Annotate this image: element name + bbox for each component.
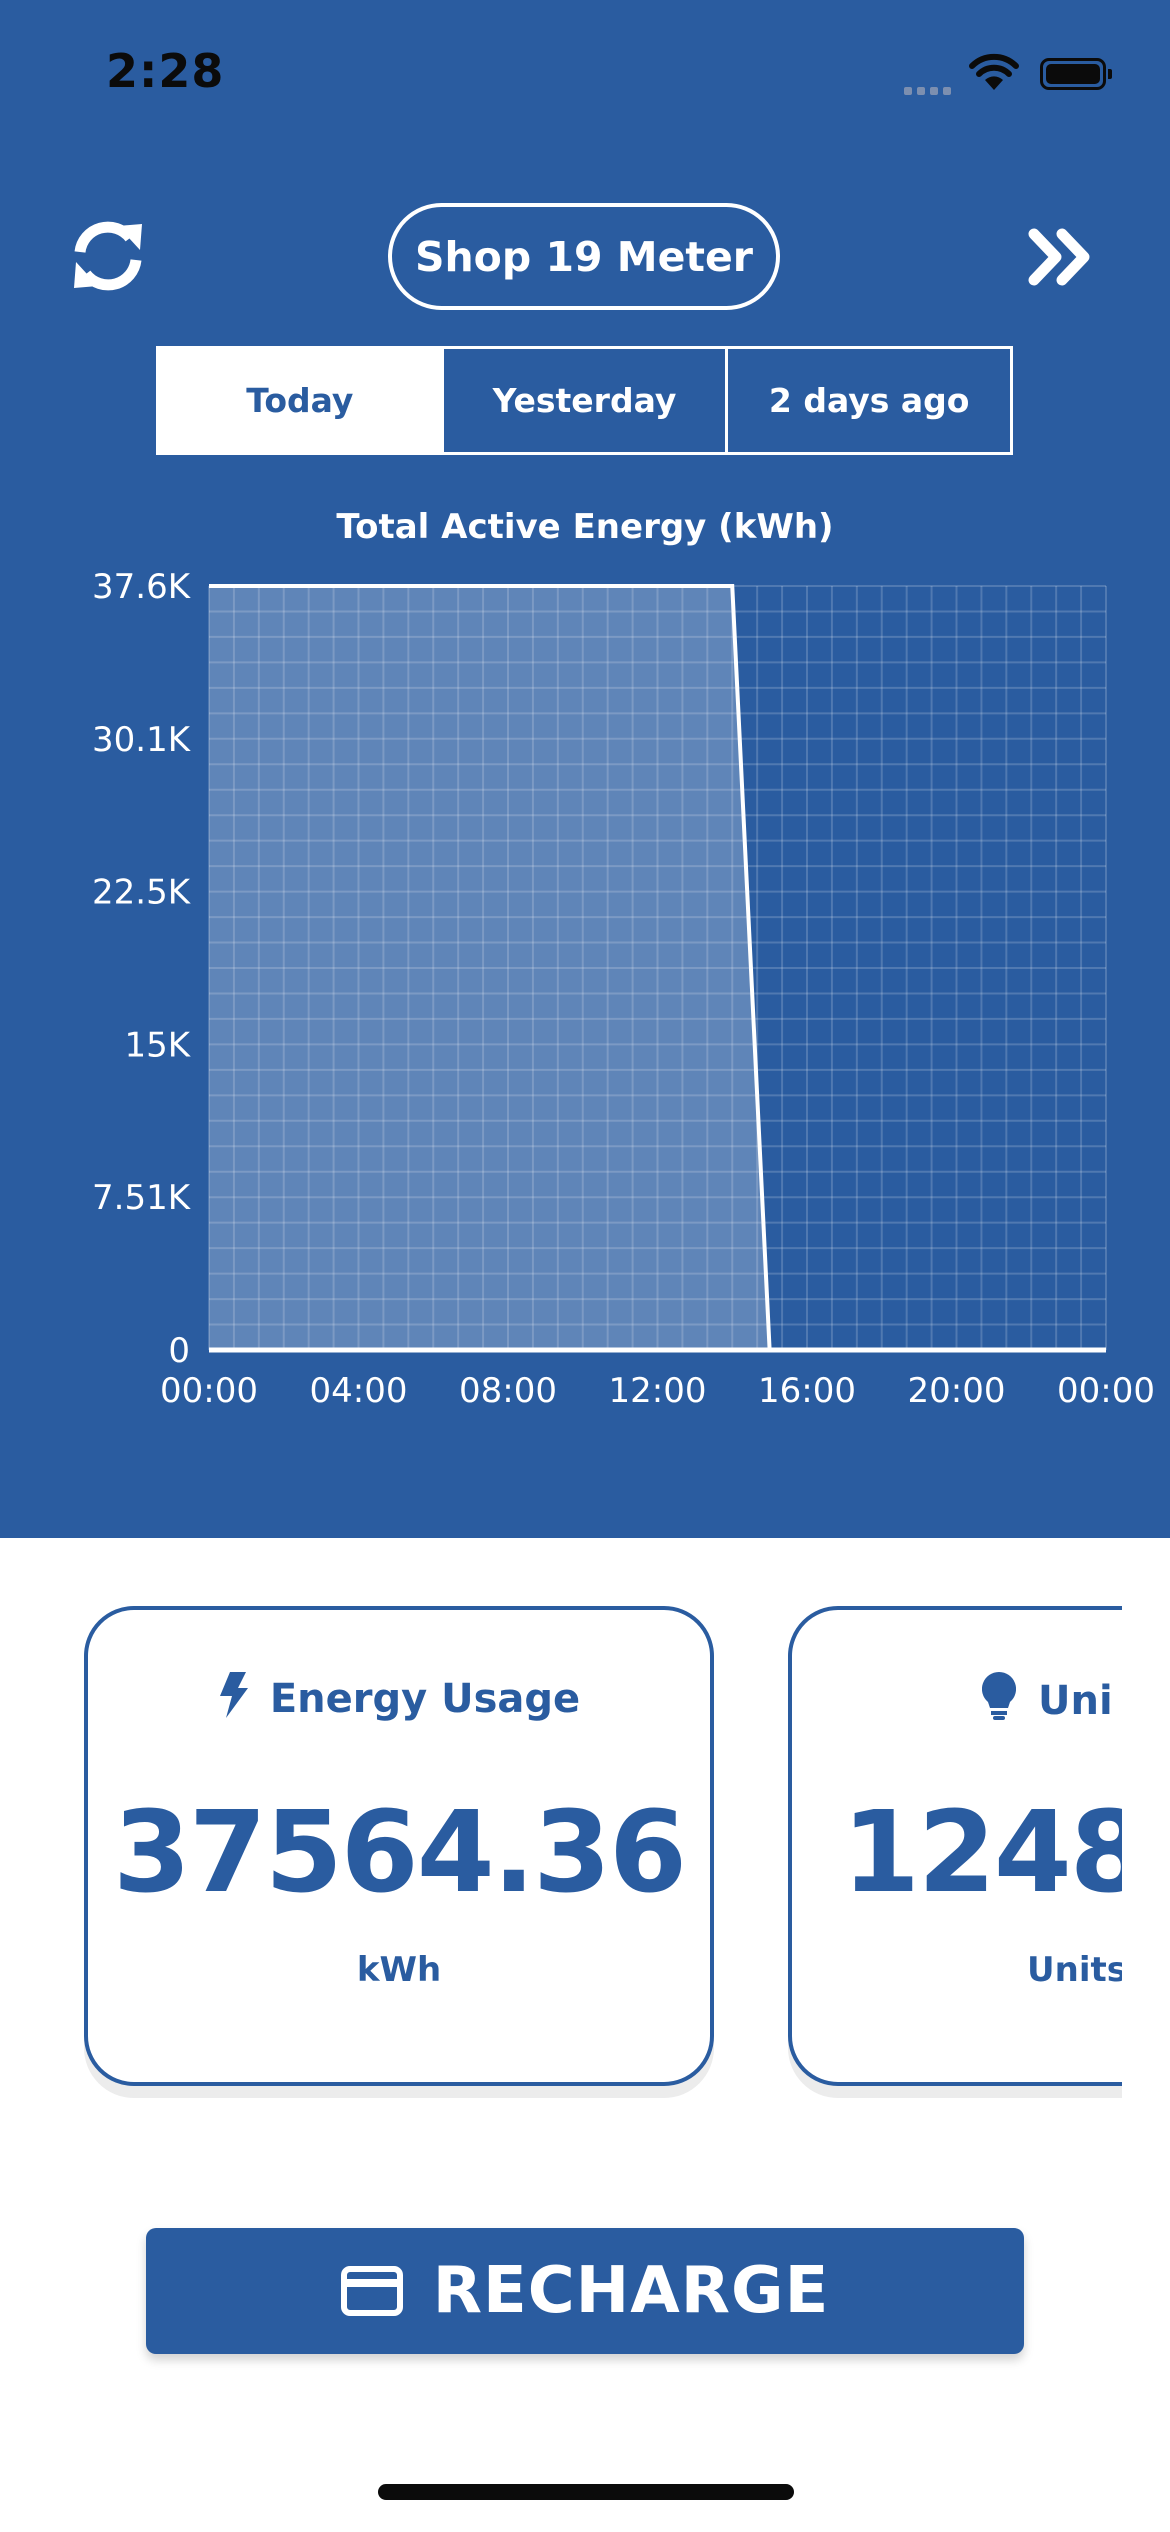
x-tick-label: 04:00 xyxy=(310,1371,408,1411)
units-card[interactable]: Uni 1248 Units xyxy=(788,1606,1122,2086)
refresh-icon[interactable] xyxy=(70,218,146,294)
cellular-signal-icon xyxy=(904,80,956,99)
date-range-tabs: Today Yesterday 2 days ago xyxy=(156,346,1013,455)
x-tick-label: 00:00 xyxy=(160,1371,258,1411)
tab-today[interactable]: Today xyxy=(159,349,441,452)
tab-2-days-ago[interactable]: 2 days ago xyxy=(725,349,1010,452)
recharge-label: RECHARGE xyxy=(432,2254,830,2328)
header-panel: 2:28 Shop 19 Meter Today Yesterday 2 day… xyxy=(0,0,1170,1538)
x-tick-label: 12:00 xyxy=(609,1371,707,1411)
energy-usage-title: Energy Usage xyxy=(88,1672,710,1722)
lightbulb-icon xyxy=(981,1671,1017,1720)
units-unit: Units xyxy=(1027,1950,1122,1990)
credit-card-icon xyxy=(340,2266,403,2316)
home-indicator xyxy=(378,2484,794,2500)
y-tick-label: 30.1K xyxy=(92,720,192,760)
stats-carousel[interactable]: Energy Usage 37564.36 kWh Uni 1248 Units xyxy=(0,1590,1122,2120)
y-tick-label: 0 xyxy=(168,1331,190,1371)
y-tick-label: 7.51K xyxy=(92,1178,192,1218)
units-value: 1248 xyxy=(842,1788,1122,1918)
x-tick-label: 08:00 xyxy=(459,1371,557,1411)
energy-usage-unit: kWh xyxy=(356,1950,442,1990)
x-tick-label: 20:00 xyxy=(908,1371,1006,1411)
tab-yesterday[interactable]: Yesterday xyxy=(440,349,726,452)
x-tick-label: 00:00 xyxy=(1057,1371,1155,1411)
lightning-bolt-icon xyxy=(219,1672,248,1718)
energy-usage-card[interactable]: Energy Usage 37564.36 kWh xyxy=(84,1606,714,2086)
recharge-button[interactable]: RECHARGE xyxy=(146,2228,1024,2354)
meter-selector-button[interactable]: Shop 19 Meter xyxy=(388,203,780,310)
energy-chart: Total Active Energy (kWh) 0 7.51K 15K 22.5K… xyxy=(92,507,1155,1411)
chart-title: Total Active Energy (kWh) xyxy=(336,507,833,547)
units-title: Uni xyxy=(981,1671,1113,1724)
status-time: 2:28 xyxy=(106,44,225,98)
x-tick-label: 16:00 xyxy=(758,1371,856,1411)
y-tick-label: 37.6K xyxy=(92,567,192,607)
energy-usage-value: 37564.36 xyxy=(112,1788,687,1918)
y-tick-label: 15K xyxy=(124,1025,191,1065)
double-chevron-right-icon[interactable] xyxy=(1028,228,1094,286)
battery-icon xyxy=(1040,58,1112,90)
wifi-icon xyxy=(969,53,1019,90)
y-tick-label: 22.5K xyxy=(92,873,192,913)
